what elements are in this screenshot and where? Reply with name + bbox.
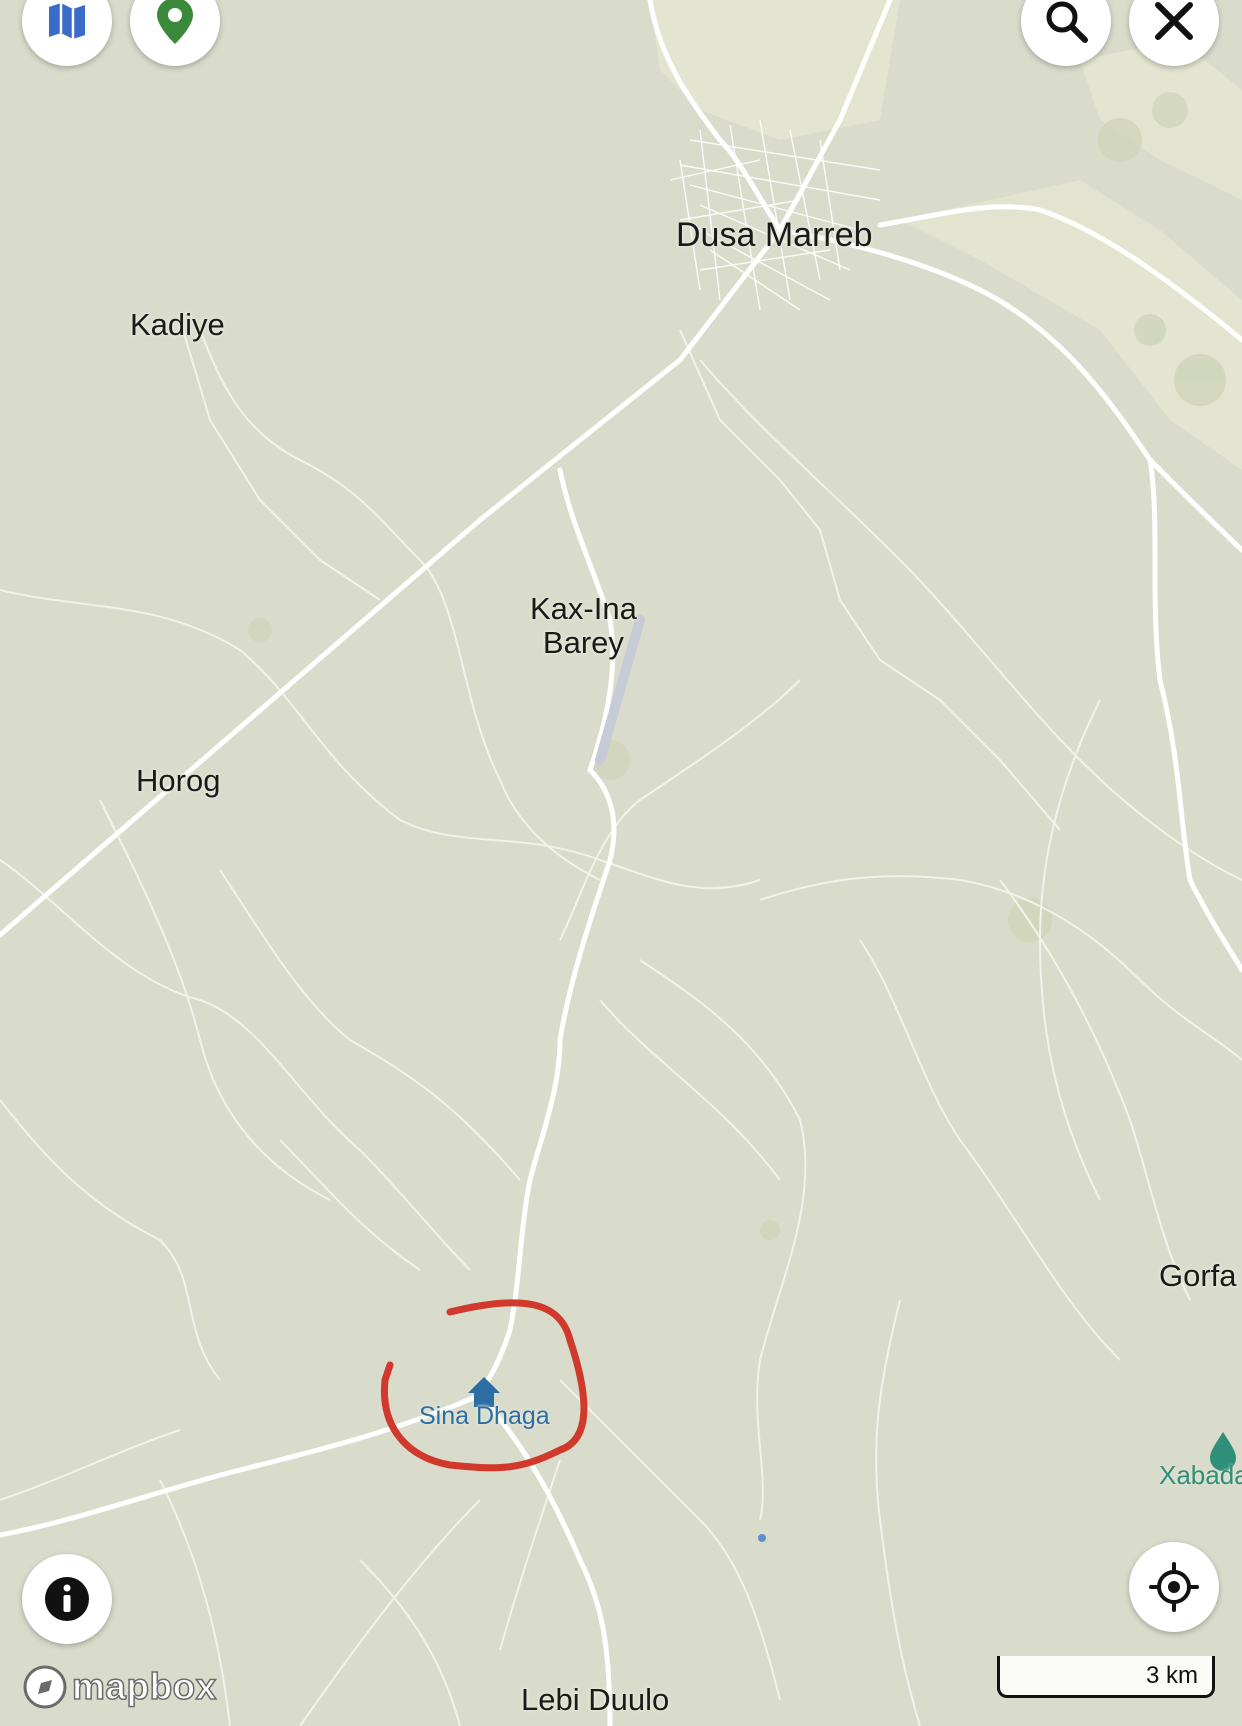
locate-button[interactable] (1129, 1542, 1219, 1632)
crosshair-locate-icon (1149, 1562, 1199, 1612)
place-label-kadiye[interactable]: Kadiye (130, 308, 225, 342)
map-pin-icon (157, 0, 193, 44)
place-label-line: Barey (542, 625, 624, 660)
scale-bar: 3 km (997, 1656, 1215, 1698)
info-icon (45, 1577, 89, 1621)
poi-label-sina-dhaga[interactable]: Sina Dhaga (419, 1402, 550, 1431)
mapbox-wordmark: mapbox (71, 1665, 217, 1708)
mapbox-compass-icon (23, 1665, 67, 1709)
small-pond (758, 1534, 766, 1542)
magnifier-icon (1046, 1, 1088, 43)
mapbox-logo[interactable]: mapbox (22, 1664, 217, 1710)
info-button[interactable] (22, 1554, 112, 1644)
x-icon (1155, 2, 1193, 40)
place-label-line: Kax-Ina (530, 591, 637, 626)
map-fold-icon (49, 3, 85, 39)
place-label-kax-ina-barey[interactable]: Kax-Ina Barey (530, 592, 637, 660)
place-label-horog[interactable]: Horog (136, 764, 220, 798)
place-label-gorfa[interactable]: Gorfa (1159, 1259, 1237, 1293)
map-canvas[interactable] (0, 0, 1242, 1726)
place-label-dusa-marreb[interactable]: Dusa Marreb (676, 218, 873, 252)
poi-label-xabada[interactable]: Xabada (1159, 1460, 1242, 1491)
place-label-lebi-duulo[interactable]: Lebi Duulo (521, 1683, 669, 1717)
scale-bar-label: 3 km (1145, 1662, 1198, 1689)
